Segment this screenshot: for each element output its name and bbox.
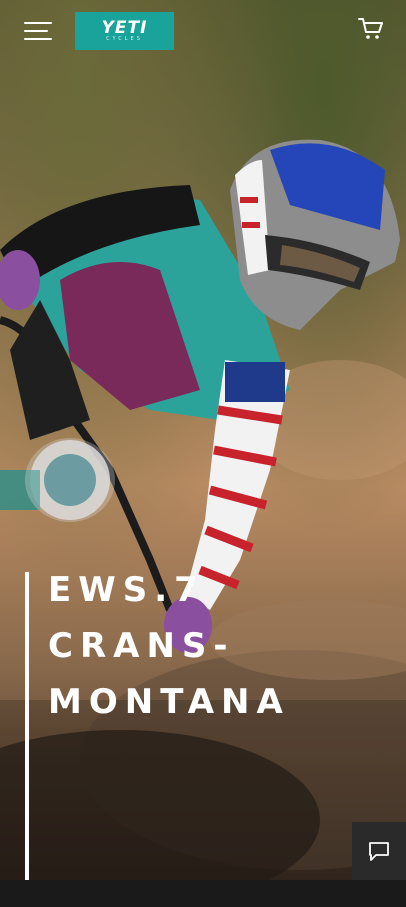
yeti-logo[interactable]: YETI CYCLES	[75, 12, 174, 50]
hero-image	[0, 0, 406, 880]
hero-title-line: EWS.7	[48, 570, 205, 610]
hamburger-menu-icon	[24, 22, 52, 24]
shopping-cart-icon	[358, 18, 383, 39]
chat-icon	[369, 842, 389, 861]
rider-illustration	[0, 139, 406, 880]
logo-brand: YETI	[101, 18, 148, 38]
bottom-bar	[0, 880, 406, 907]
hero-title-line: MONTANA	[48, 682, 290, 722]
hero-title: EWS.7 CRANS- MONTANA	[48, 562, 290, 730]
logo-tagline: CYCLES	[106, 36, 143, 42]
hamburger-menu-icon-line	[24, 30, 48, 32]
hamburger-menu-icon-line	[24, 38, 52, 40]
cart-button[interactable]	[358, 16, 384, 42]
page: YETI CYCLES EWS.7 CRANS- MONTANA	[0, 0, 406, 907]
hero-title-line: CRANS-	[48, 626, 235, 666]
title-accent-bar	[25, 572, 29, 880]
chat-button[interactable]	[352, 822, 406, 880]
menu-button[interactable]	[24, 20, 52, 42]
